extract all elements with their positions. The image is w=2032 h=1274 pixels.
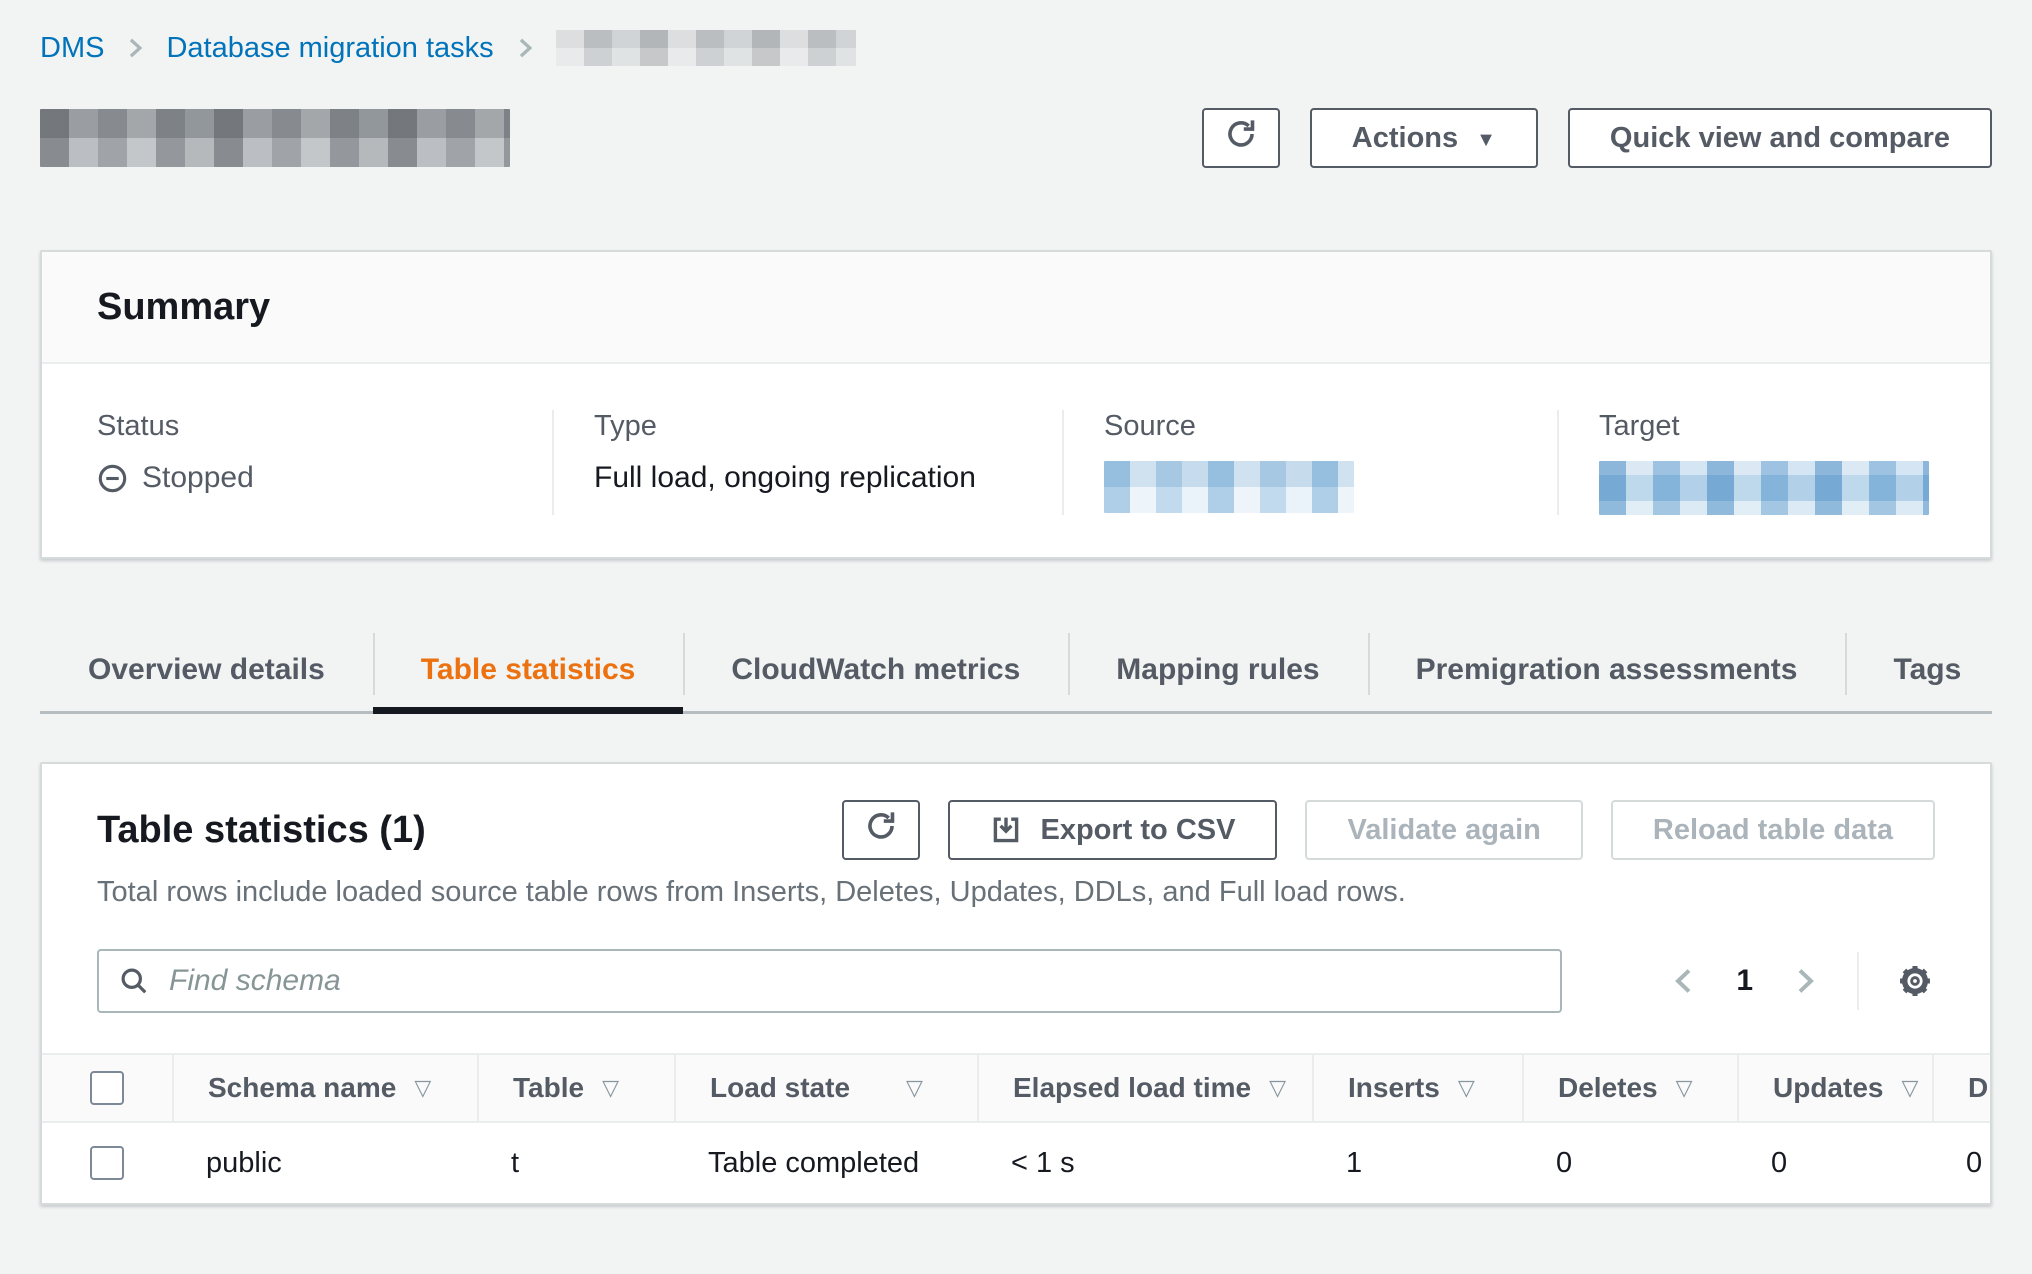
export-csv-label: Export to CSV <box>1040 814 1235 847</box>
type-value: Full load, ongoing replication <box>594 461 1062 495</box>
sort-icon[interactable]: ▽ <box>1458 1075 1475 1101</box>
refresh-icon <box>1224 117 1258 159</box>
sort-icon[interactable]: ▽ <box>1269 1075 1286 1101</box>
tab-bar: Overview details Table statistics CloudW… <box>40 629 1992 714</box>
settings-gear-button[interactable] <box>1895 961 1935 1001</box>
breadcrumb-chevron-icon <box>512 35 538 61</box>
source-label: Source <box>1104 410 1557 443</box>
column-header-schema-name[interactable]: Schema name▽ <box>172 1055 477 1121</box>
header-actions: Actions ▼ Quick view and compare <box>1202 108 1992 168</box>
sort-icon[interactable]: ▽ <box>1901 1075 1918 1101</box>
export-csv-button[interactable]: Export to CSV <box>948 800 1277 860</box>
table-statistics-description: Total rows include loaded source table r… <box>42 876 1990 909</box>
sort-icon[interactable]: ▽ <box>1676 1075 1693 1101</box>
cell-schema-name: public <box>172 1123 477 1203</box>
cell-elapsed-load-time: < 1 s <box>977 1123 1312 1203</box>
column-header-table[interactable]: Table▽ <box>477 1055 674 1121</box>
tab-premigration-assessments[interactable]: Premigration assessments <box>1368 629 1846 711</box>
cell-deletes: 0 <box>1522 1123 1737 1203</box>
statistics-table: Schema name▽ Table▽ Load state▽ Elapsed … <box>42 1053 1990 1203</box>
toolbar-divider <box>1857 952 1859 1010</box>
column-header-inserts[interactable]: Inserts▽ <box>1312 1055 1522 1121</box>
column-header-load-state[interactable]: Load state▽ <box>674 1055 977 1121</box>
select-all-checkbox[interactable] <box>90 1071 124 1105</box>
status-value: Stopped <box>97 461 552 495</box>
refresh-icon <box>864 809 898 851</box>
type-label: Type <box>594 410 1062 443</box>
previous-page-button[interactable] <box>1668 965 1700 997</box>
summary-title: Summary <box>97 284 1935 330</box>
summary-field-status: Status Stopped <box>42 410 552 515</box>
find-schema-input[interactable] <box>97 949 1562 1013</box>
table-statistics-header: Table statistics (1) Export to CSV Valid… <box>42 800 1990 860</box>
cell-table: t <box>477 1123 674 1203</box>
next-page-button[interactable] <box>1789 965 1821 997</box>
current-page-number[interactable]: 1 <box>1736 964 1753 998</box>
validate-again-button: Validate again <box>1305 800 1582 860</box>
breadcrumb-chevron-icon <box>122 35 148 61</box>
tab-mapping-rules[interactable]: Mapping rules <box>1068 629 1367 711</box>
table-refresh-button[interactable] <box>842 800 920 860</box>
cell-updates: 0 <box>1737 1123 1932 1203</box>
target-endpoint-link-redacted[interactable] <box>1599 461 1929 515</box>
chevron-right-icon <box>1789 965 1821 997</box>
sort-icon[interactable]: ▽ <box>906 1075 923 1101</box>
schema-search <box>97 949 1562 1013</box>
dms-task-page: DMS Database migration tasks Actions ▼ Q… <box>0 0 2032 1205</box>
cell-ddls-clipped: 0 <box>1932 1123 1990 1203</box>
breadcrumb-current-task-redacted <box>556 30 856 66</box>
stopped-icon <box>97 463 128 494</box>
refresh-button[interactable] <box>1202 108 1280 168</box>
summary-field-type: Type Full load, ongoing replication <box>552 410 1062 515</box>
tab-tags[interactable]: Tags <box>1845 629 2009 711</box>
summary-field-target: Target <box>1557 410 1990 515</box>
quick-view-compare-button[interactable]: Quick view and compare <box>1568 108 1992 168</box>
tab-table-statistics[interactable]: Table statistics <box>373 629 684 711</box>
search-icon <box>119 966 149 996</box>
caret-down-icon: ▼ <box>1476 130 1496 150</box>
tab-overview-details[interactable]: Overview details <box>40 629 373 711</box>
breadcrumb: DMS Database migration tasks <box>40 28 1992 68</box>
cell-inserts: 1 <box>1312 1123 1522 1203</box>
breadcrumb-link-dms[interactable]: DMS <box>40 32 104 65</box>
table-statistics-title: Table statistics (1) <box>97 807 426 853</box>
pagination: 1 <box>1668 952 1935 1010</box>
column-header-elapsed-load-time[interactable]: Elapsed load time▽ <box>977 1055 1312 1121</box>
breadcrumb-link-migration-tasks[interactable]: Database migration tasks <box>166 32 493 65</box>
row-checkbox[interactable] <box>90 1146 124 1180</box>
table-statistics-actions: Export to CSV Validate again Reload tabl… <box>842 800 1935 860</box>
source-value <box>1104 461 1557 513</box>
source-endpoint-link-redacted[interactable] <box>1104 461 1354 513</box>
table-statistics-panel: Table statistics (1) Export to CSV Valid… <box>40 762 1992 1205</box>
summary-field-source: Source <box>1062 410 1557 515</box>
column-header-deletes[interactable]: Deletes▽ <box>1522 1055 1737 1121</box>
gear-icon <box>1895 961 1935 1001</box>
target-value <box>1599 461 1990 515</box>
table-header-row: Schema name▽ Table▽ Load state▽ Elapsed … <box>42 1053 1990 1123</box>
table-row: public t Table completed < 1 s 1 0 0 0 <box>42 1123 1990 1203</box>
cell-load-state: Table completed <box>674 1123 977 1203</box>
actions-button[interactable]: Actions ▼ <box>1310 108 1538 168</box>
reload-table-data-button: Reload table data <box>1611 800 1935 860</box>
tab-cloudwatch-metrics[interactable]: CloudWatch metrics <box>683 629 1068 711</box>
target-label: Target <box>1599 410 1990 443</box>
status-label: Status <box>97 410 552 443</box>
sort-icon[interactable]: ▽ <box>414 1075 431 1101</box>
column-header-ddls-clipped[interactable]: D <box>1932 1055 1990 1121</box>
actions-button-label: Actions <box>1352 122 1458 155</box>
sort-icon[interactable]: ▽ <box>602 1075 619 1101</box>
chevron-left-icon <box>1668 965 1700 997</box>
download-icon <box>990 814 1022 846</box>
page-header: Actions ▼ Quick view and compare <box>40 106 1992 170</box>
page-title-redacted <box>40 109 510 167</box>
summary-card-header: Summary <box>42 252 1990 364</box>
table-toolbar: 1 <box>42 949 1990 1013</box>
summary-card: Summary Status Stopped Type Full load, o… <box>40 250 1992 559</box>
column-header-updates[interactable]: Updates▽ <box>1737 1055 1932 1121</box>
summary-fields: Status Stopped Type Full load, ongoing r… <box>42 364 1990 557</box>
